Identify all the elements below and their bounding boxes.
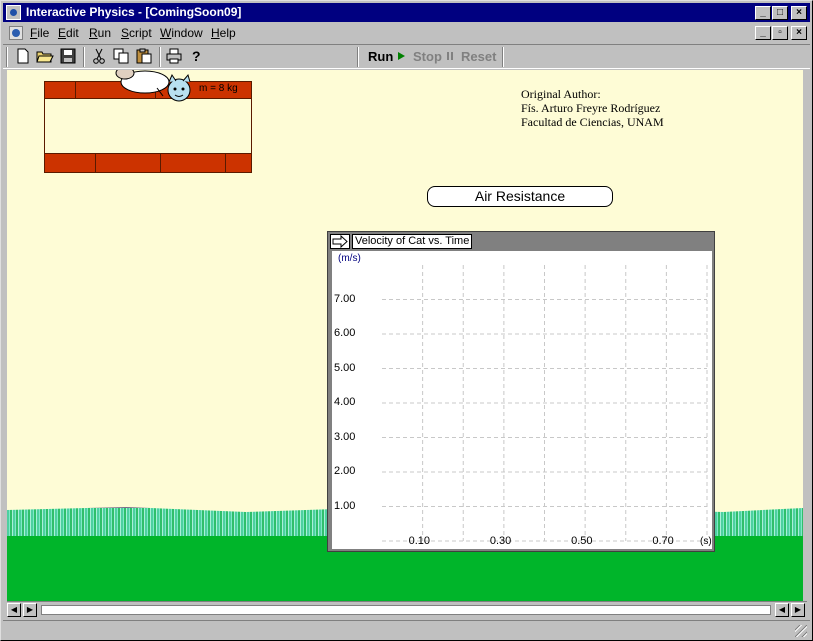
scroll-end-arrow-icon[interactable]: ▶ [791,603,805,617]
toolbar-separator [502,47,504,67]
cat-body[interactable] [107,70,197,102]
graph-grid [382,265,708,542]
simulation-workspace[interactable]: m = 8 kg Original Author: Fís. Arturo Fr… [7,70,803,601]
graph-title: Velocity of Cat vs. Time [352,234,473,249]
scroll-left-arrow-icon[interactable]: ◀ [775,603,789,617]
new-file-icon[interactable] [14,48,32,66]
reset-button[interactable]: Reset [461,49,496,64]
toolbar-separator [357,47,359,67]
author-credit: Original Author: Fís. Arturo Freyre Rodr… [521,87,664,129]
run-label: Run [368,49,394,64]
maximize-button[interactable]: □ [772,6,788,20]
y-tick-label: 1.00 [334,499,356,512]
brick-bottom-bar[interactable] [44,153,252,173]
x-tick-label: 0.70 [652,535,674,547]
doc-minimize-button[interactable]: _ [755,26,771,40]
menu-script[interactable]: Script [121,26,152,40]
scroll-left-arrow-icon[interactable]: ◀ [7,603,21,617]
stop-label: Stop [413,49,442,64]
toolbar-separator [6,47,8,67]
y-tick-label: 3.00 [334,430,356,443]
graph-plot-area[interactable]: (m/s) (s) 7.00 6.00 5.00 4.00 3.00 2.00 1.00 0.… [332,251,712,549]
y-tick-label: 5.00 [334,361,356,374]
paste-icon[interactable] [135,48,153,66]
menu-bar: File Edit Run Script Window Help _ ▫ × [3,23,810,43]
doc-close-button[interactable]: × [791,26,807,40]
minimize-button[interactable]: _ [755,6,771,20]
title-bar[interactable]: Interactive Physics - [ComingSoon09] _ □… [3,3,810,22]
close-button[interactable]: × [791,6,807,20]
save-disk-icon[interactable] [59,48,77,66]
pause-icon [446,52,453,60]
menu-run[interactable]: Run [89,26,111,40]
app-icon[interactable] [6,5,21,20]
print-icon[interactable] [165,48,183,66]
air-resistance-button[interactable]: Air Resistance [427,186,613,207]
status-bar [3,620,810,640]
menu-window[interactable]: Window [160,26,203,40]
mass-label: m = 8 kg [199,83,238,94]
y-axis-unit: (m/s) [338,253,361,264]
y-tick-label: 7.00 [334,292,356,305]
menu-edit[interactable]: Edit [58,26,79,40]
x-tick-label: 0.50 [571,535,593,547]
run-button[interactable]: Run [368,49,406,64]
x-axis-unit: (s) [700,536,712,547]
toolbar: ? Run Stop Reset [3,44,810,69]
cut-scissors-icon[interactable] [90,48,108,66]
document-icon[interactable] [9,26,23,40]
play-icon [397,52,405,60]
graph-toggle-arrow-icon[interactable] [330,234,350,249]
app-window: Interactive Physics - [ComingSoon09] _ □… [0,0,813,641]
scroll-right-arrow-icon[interactable]: ▶ [23,603,37,617]
x-tick-label: 0.30 [489,535,512,547]
y-tick-label: 4.00 [334,396,356,408]
menu-help[interactable]: Help [211,26,236,40]
open-folder-icon[interactable] [36,48,54,66]
y-tick-label: 6.00 [334,327,356,339]
doc-restore-button[interactable]: ▫ [772,26,788,40]
author-line: Original Author: [521,87,601,101]
x-tick-label: 0.10 [408,535,431,547]
author-line: Fís. Arturo Freyre Rodríguez [521,101,661,115]
svg-text:?: ? [192,48,201,64]
toolbar-separator [83,47,85,67]
y-tick-label: 2.00 [334,465,356,477]
help-icon[interactable]: ? [188,48,206,66]
menu-file[interactable]: File [30,26,49,40]
stop-button[interactable]: Stop [413,49,454,64]
window-title: Interactive Physics - [ComingSoon09] [26,5,242,19]
toolbar-separator [159,47,161,67]
author-line: Facultad de Ciencias, UNAM [521,115,664,129]
horizontal-scrollbar[interactable]: ◀ ▶ ◀ ▶ [7,601,807,617]
resize-grip-icon[interactable] [795,625,807,637]
scroll-track[interactable] [41,605,771,615]
copy-icon[interactable] [112,48,130,66]
velocity-graph[interactable]: Velocity of Cat vs. Time (m/s) (s) 7.00 6… [327,231,715,552]
